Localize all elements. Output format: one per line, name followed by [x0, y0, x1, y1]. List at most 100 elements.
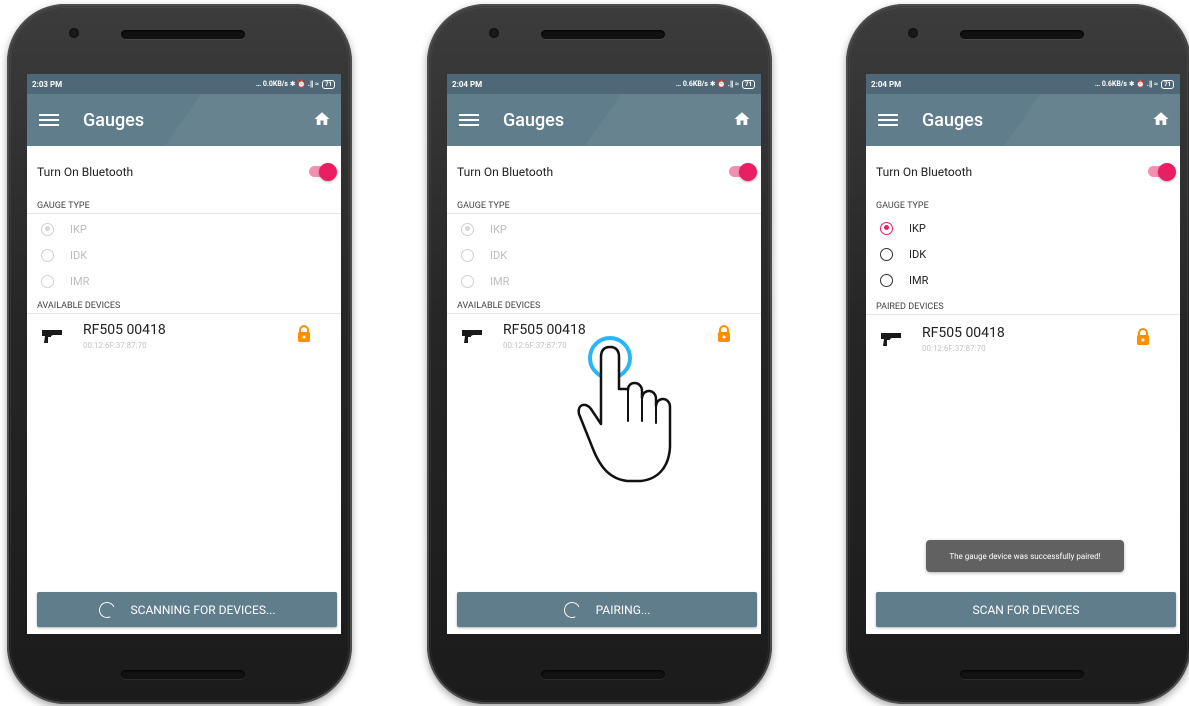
radio-button[interactable] — [461, 274, 474, 288]
radio-ikp[interactable]: IKP — [447, 216, 761, 242]
radio-label: IMR — [490, 274, 510, 288]
spinner-icon — [561, 599, 582, 620]
status-info: … 0.6KB/s ✱ ⏰ .∥ ≈ — [675, 80, 740, 88]
page-title: Gauges — [83, 109, 145, 131]
bluetooth-label: Turn On Bluetooth — [37, 165, 134, 179]
radio-idk[interactable]: IDK — [447, 242, 761, 268]
scan-button[interactable]: SCANNING FOR DEVICES... — [37, 592, 337, 627]
phone-frame-scanning: 2:03 PM … 0.0KB/s ✱ ⏰ .∥ ≈ 71 Gauges Tur… — [7, 4, 352, 704]
status-info: … 0.0KB/s ✱ ⏰ .∥ ≈ — [255, 80, 320, 88]
bluetooth-toggle[interactable] — [307, 162, 337, 182]
scan-button-label: SCANNING FOR DEVICES... — [130, 602, 276, 617]
tap-hand-icon — [577, 336, 672, 483]
bluetooth-row: Turn On Bluetooth — [447, 146, 761, 198]
gauge-gun-icon — [881, 333, 901, 346]
scan-button-label: PAIRING... — [595, 602, 651, 617]
radio-label: IKP — [70, 222, 87, 236]
radio-label: IDK — [70, 248, 88, 262]
earpiece-speaker — [541, 30, 665, 39]
radio-ikp[interactable]: IKP — [27, 216, 341, 242]
bluetooth-toggle[interactable] — [1146, 162, 1176, 182]
screen-scanning: 2:03 PM … 0.0KB/s ✱ ⏰ .∥ ≈ 71 Gauges Tur… — [27, 74, 341, 634]
devices-header: AVAILABLE DEVICES — [27, 298, 341, 314]
lock-icon — [1137, 328, 1149, 345]
radio-idk[interactable]: IDK — [866, 241, 1180, 267]
earpiece-speaker — [121, 30, 245, 39]
bluetooth-row: Turn On Bluetooth — [27, 146, 341, 198]
gauge-type-header: GAUGE TYPE — [447, 198, 761, 214]
radio-label: IMR — [909, 273, 929, 287]
bottom-speaker — [541, 670, 665, 679]
camera-icon — [908, 28, 918, 38]
bluetooth-toggle[interactable] — [727, 162, 757, 182]
radio-button[interactable] — [461, 248, 474, 262]
camera-icon — [69, 28, 79, 38]
page-title: Gauges — [922, 109, 984, 131]
battery-icon: 71 — [742, 79, 755, 89]
gauge-gun-icon — [462, 330, 482, 343]
screen-paired: 2:04 PM … 0.6KB/s ✱ ⏰ .∥ ≈ 71 Gauges Tur… — [866, 74, 1180, 634]
device-list-item[interactable]: RF505 00418 00:12:6F:37:87:70 — [866, 317, 1180, 361]
spinner-icon — [96, 599, 117, 620]
radio-button[interactable] — [880, 273, 893, 287]
status-bar: 2:04 PM … 0.6KB/s ✱ ⏰ .∥ ≈ 71 — [447, 74, 761, 94]
gauge-type-header: GAUGE TYPE — [27, 198, 341, 214]
bluetooth-label: Turn On Bluetooth — [457, 165, 554, 179]
lock-icon — [298, 325, 310, 342]
radio-label: IDK — [490, 248, 508, 262]
home-icon[interactable] — [733, 110, 751, 128]
app-bar: Gauges — [27, 94, 341, 146]
status-info: … 0.6KB/s ✱ ⏰ .∥ ≈ — [1094, 80, 1159, 88]
radio-button[interactable] — [41, 248, 54, 262]
device-name: RF505 00418 — [503, 322, 586, 338]
device-mac: 00:12:6F:37:87:70 — [503, 341, 567, 350]
screen-pairing: 2:04 PM … 0.6KB/s ✱ ⏰ .∥ ≈ 71 Gauges Tur… — [447, 74, 761, 634]
devices-header: AVAILABLE DEVICES — [447, 298, 761, 314]
status-time: 2:04 PM — [452, 79, 483, 89]
bluetooth-row: Turn On Bluetooth — [866, 146, 1180, 198]
radio-button[interactable] — [880, 247, 893, 261]
radio-button[interactable] — [41, 274, 54, 288]
radio-button[interactable] — [880, 221, 893, 235]
radio-label: IKP — [909, 221, 926, 235]
bluetooth-label: Turn On Bluetooth — [876, 165, 973, 179]
radio-imr[interactable]: IMR — [866, 267, 1180, 293]
status-bar: 2:04 PM … 0.6KB/s ✱ ⏰ .∥ ≈ 71 — [866, 74, 1180, 94]
radio-idk[interactable]: IDK — [27, 242, 341, 268]
radio-imr[interactable]: IMR — [447, 268, 761, 294]
app-bar: Gauges — [447, 94, 761, 146]
paired-toast: The gauge device was successfully paired… — [926, 540, 1124, 572]
device-name: RF505 00418 — [922, 325, 1005, 341]
radio-button[interactable] — [41, 222, 54, 236]
battery-icon: 71 — [322, 79, 335, 89]
radio-label: IKP — [490, 222, 507, 236]
phone-frame-paired: 2:04 PM … 0.6KB/s ✱ ⏰ .∥ ≈ 71 Gauges Tur… — [846, 4, 1189, 704]
status-time: 2:03 PM — [32, 79, 63, 89]
gauge-gun-icon — [42, 330, 62, 343]
radio-button[interactable] — [461, 222, 474, 236]
scan-button[interactable]: PAIRING... — [457, 592, 757, 627]
device-list-item[interactable]: RF505 00418 00:12:6F:37:87:70 — [27, 314, 341, 358]
scan-button[interactable]: SCAN FOR DEVICES — [876, 592, 1176, 627]
status-time: 2:04 PM — [871, 79, 902, 89]
devices-header: PAIRED DEVICES — [866, 299, 1180, 315]
phone-frame-pairing: 2:04 PM … 0.6KB/s ✱ ⏰ .∥ ≈ 71 Gauges Tur… — [427, 4, 772, 704]
home-icon[interactable] — [313, 110, 331, 128]
radio-label: IMR — [70, 274, 90, 288]
app-bar: Gauges — [866, 94, 1180, 146]
bottom-speaker — [960, 670, 1084, 679]
device-mac: 00:12:6F:37:87:70 — [922, 344, 986, 353]
status-bar: 2:03 PM … 0.0KB/s ✱ ⏰ .∥ ≈ 71 — [27, 74, 341, 94]
bottom-speaker — [121, 670, 245, 679]
menu-icon[interactable] — [878, 111, 898, 129]
radio-label: IDK — [909, 247, 927, 261]
scan-button-label: SCAN FOR DEVICES — [972, 602, 1080, 617]
radio-imr[interactable]: IMR — [27, 268, 341, 294]
page-title: Gauges — [503, 109, 565, 131]
menu-icon[interactable] — [459, 111, 479, 129]
menu-icon[interactable] — [39, 111, 59, 129]
radio-ikp[interactable]: IKP — [866, 215, 1180, 241]
device-name: RF505 00418 — [83, 322, 166, 338]
gauge-type-header: GAUGE TYPE — [876, 201, 929, 211]
home-icon[interactable] — [1152, 110, 1170, 128]
